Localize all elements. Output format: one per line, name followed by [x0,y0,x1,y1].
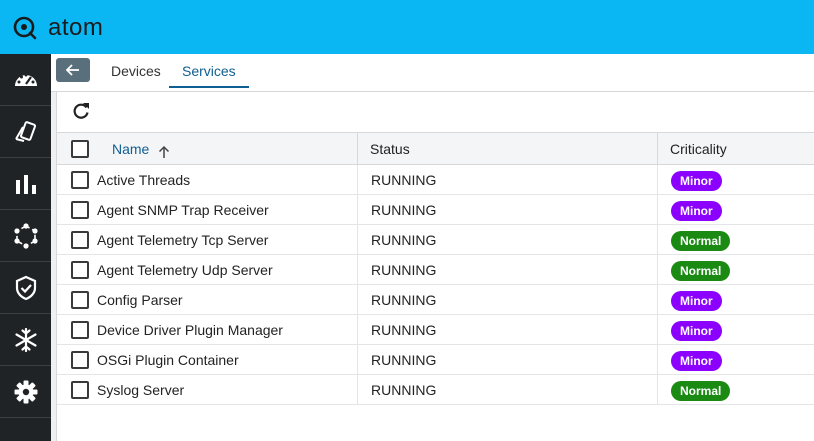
service-status: RUNNING [371,232,437,248]
shield-check-icon [15,275,36,300]
row-checkbox[interactable] [71,201,89,219]
sidebar-item-devices[interactable] [0,106,51,158]
table-row[interactable]: Agent SNMP Trap Receiver RUNNING Minor [57,195,814,225]
criticality-badge: Minor [671,321,722,341]
column-divider [357,195,358,225]
column-divider [357,285,358,315]
service-name: Syslog Server [97,382,185,398]
gear-icon [14,380,37,403]
sidebar-item-security[interactable] [0,262,51,314]
devices-cards-icon [14,120,36,142]
column-divider [357,315,358,345]
criticality-badge: Minor [671,201,722,221]
table-row[interactable]: Device Driver Plugin Manager RUNNING Minor [57,315,814,345]
column-divider [357,255,358,285]
criticality-badge: Minor [671,291,722,311]
main-content: Devices Services Name Status Criticality [51,54,814,441]
column-divider [657,165,658,195]
services-panel: Name Status Criticality Active Threads RU… [56,92,814,441]
column-divider [657,315,658,345]
criticality-badge: Normal [671,231,731,251]
sidebar-item-dashboard[interactable] [0,54,51,106]
sidebar-item-cold-storage[interactable] [0,314,51,366]
service-name: Agent Telemetry Udp Server [97,262,273,278]
service-name: Agent Telemetry Tcp Server [97,232,269,248]
bar-chart-icon [15,174,36,194]
column-divider [657,285,658,315]
column-divider [357,345,358,375]
arrow-left-icon [65,64,79,76]
criticality-badge: Normal [671,381,731,401]
service-name: Agent SNMP Trap Receiver [97,202,269,218]
column-divider [657,195,658,225]
dashboard-gauge-icon [14,73,37,86]
criticality-badge: Minor [671,351,722,371]
column-divider [657,375,658,405]
column-header-status[interactable]: Status [370,133,410,166]
tab-services[interactable]: Services [169,54,249,88]
table-row[interactable]: OSGi Plugin Container RUNNING Minor [57,345,814,375]
row-checkbox[interactable] [71,231,89,249]
row-checkbox[interactable] [71,321,89,339]
table-row[interactable]: Syslog Server RUNNING Normal [57,375,814,405]
column-divider [657,255,658,285]
service-status: RUNNING [371,172,437,188]
service-name: Config Parser [97,292,183,308]
service-status: RUNNING [371,262,437,278]
app-logo[interactable]: atom [12,13,103,43]
service-name: OSGi Plugin Container [97,352,239,368]
row-checkbox[interactable] [71,171,89,189]
column-divider[interactable] [657,133,658,166]
table-row[interactable]: Config Parser RUNNING Minor [57,285,814,315]
row-checkbox[interactable] [71,351,89,369]
table-row[interactable]: Active Threads RUNNING Minor [57,165,814,195]
sidebar-item-settings[interactable] [0,366,51,418]
refresh-icon[interactable] [71,100,91,122]
service-status: RUNNING [371,382,437,398]
table-row[interactable]: Agent Telemetry Udp Server RUNNING Normal [57,255,814,285]
service-status: RUNNING [371,322,437,338]
table-body: Active Threads RUNNING Minor Agent SNMP Tra… [57,165,814,405]
service-name: Device Driver Plugin Manager [97,322,283,338]
row-checkbox[interactable] [71,291,89,309]
service-status: RUNNING [371,352,437,368]
tab-bar: Devices Services [51,54,814,92]
select-all-checkbox[interactable] [71,140,89,158]
sidebar [0,54,51,441]
service-name: Active Threads [97,172,191,188]
column-header-criticality[interactable]: Criticality [670,133,727,166]
logo-text: atom [48,14,104,41]
row-checkbox[interactable] [71,381,89,399]
sidebar-item-analytics[interactable] [0,158,51,210]
column-divider [657,345,658,375]
snowflake-icon [14,327,37,352]
service-status: RUNNING [371,292,437,308]
sidebar-item-topology[interactable] [0,210,51,262]
column-header-name-label: Name [112,141,150,157]
atom-logo-icon [13,16,37,40]
table-row[interactable]: Agent Telemetry Tcp Server RUNNING Normal [57,225,814,255]
table-toolbar [57,92,814,132]
column-divider [357,375,358,405]
column-divider[interactable] [357,133,358,166]
column-header-name[interactable]: Name [112,133,170,166]
table-header: Name Status Criticality [57,132,814,166]
tab-devices[interactable]: Devices [111,54,161,88]
criticality-badge: Minor [671,171,722,191]
row-checkbox[interactable] [71,261,89,279]
sort-ascending-icon[interactable] [157,145,171,159]
column-divider [357,165,358,195]
column-divider [657,225,658,255]
network-nodes-icon [13,222,38,249]
back-button[interactable] [56,58,90,82]
criticality-badge: Normal [671,261,731,281]
service-status: RUNNING [371,202,437,218]
column-divider [357,225,358,255]
top-bar: atom [0,0,814,54]
